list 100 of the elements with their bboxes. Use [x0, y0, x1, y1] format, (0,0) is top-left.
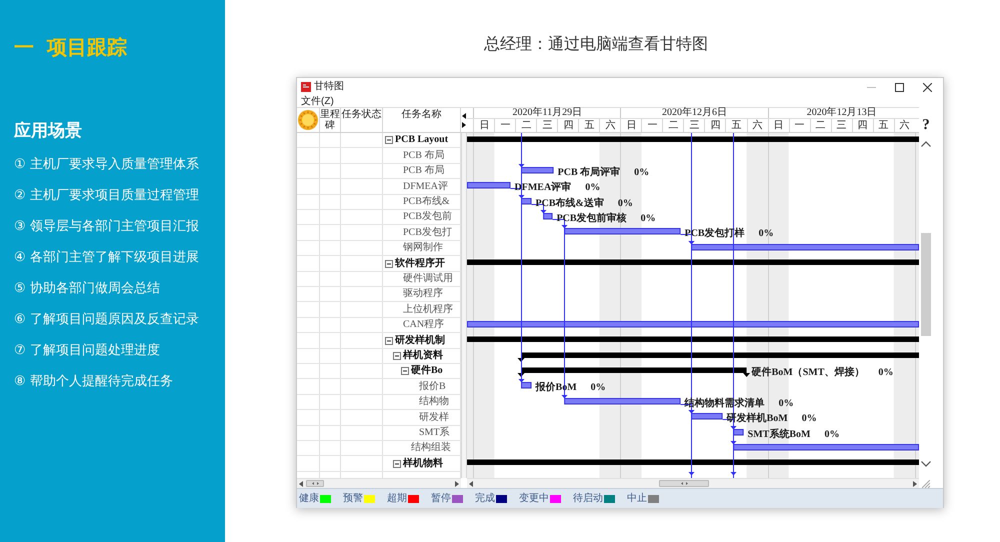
chevron-down-icon[interactable]	[921, 461, 931, 467]
bar-label: 硬件BoM（SMT、焊接）	[752, 367, 864, 379]
scroll-right-icon[interactable]	[913, 480, 917, 486]
day-label: 二	[810, 119, 831, 132]
page-heading: 总经理：通过电脑端查看甘特图	[483, 33, 709, 55]
task-name: PCB发包打	[403, 226, 452, 238]
menu-item[interactable]: 文件(Z)	[301, 96, 334, 107]
collapse-icon[interactable]	[385, 336, 393, 344]
bar-label: PCB发包前审核	[556, 213, 627, 225]
task-name: 上位机程序	[403, 304, 453, 316]
week-label: 2020年12月13日	[768, 108, 915, 118]
scenario-item: ⑤ 协助各部门做周会总结	[14, 280, 161, 298]
task-name: 软件程序开	[395, 258, 445, 270]
progress-text: 0%	[590, 382, 606, 394]
day-label: 三	[683, 119, 704, 132]
task-name: 钢网制作	[403, 242, 443, 254]
progress-text: 0%	[878, 367, 894, 379]
bar-label: PCB 布局评审	[558, 167, 620, 179]
day-label: 四	[852, 119, 873, 132]
day-label: 五	[725, 119, 746, 132]
task-name: 研发样机制	[395, 334, 445, 346]
task-name: 样机物料	[403, 458, 443, 470]
day-label: 日	[768, 119, 789, 132]
scenario-item: ④ 各部门主管了解下级项目进展	[14, 249, 199, 267]
week-label: 2020年12月6日	[620, 108, 768, 118]
close-icon	[922, 82, 932, 92]
task-name: CAN程序	[403, 319, 444, 331]
legend-label: 健康	[299, 492, 319, 504]
scroll-right-icon[interactable]	[455, 480, 459, 486]
day-label: 日	[620, 119, 642, 132]
scenario-item: ② 主机厂要求项目质量过程管理	[14, 187, 199, 205]
task-name: PCB布线&	[403, 196, 450, 208]
right-triangle-icon[interactable]	[462, 122, 466, 128]
scroll-left-icon[interactable]	[299, 480, 303, 486]
left-triangle-icon[interactable]	[462, 112, 466, 118]
progress-text: 0%	[634, 167, 650, 179]
task-name: 报价B	[419, 380, 446, 392]
legend-label: 暂停	[431, 492, 451, 504]
task-bar	[691, 413, 723, 420]
day-label: 日	[473, 119, 494, 132]
scroll-thumb[interactable]	[659, 480, 709, 487]
task-name: 样机资料	[403, 350, 443, 362]
task-name: 研发样	[419, 412, 449, 424]
day-label: 四	[704, 119, 726, 132]
app-icon	[301, 82, 311, 92]
legend-label: 预警	[343, 492, 363, 504]
task-name: PCB发包前	[403, 211, 452, 223]
task-name: PCB 布局	[403, 165, 444, 177]
progress-text: 0%	[778, 398, 794, 410]
scenario-item: ① 主机厂要求导入质量管理体系	[14, 156, 199, 174]
scroll-thumb[interactable]	[921, 233, 931, 336]
progress-text: 0%	[640, 213, 656, 225]
day-label: 一	[788, 119, 810, 132]
legend-label: 完成	[475, 492, 495, 504]
legend-label: 中止	[627, 492, 647, 504]
day-label: 二	[662, 119, 684, 132]
task-name: SMT系	[419, 427, 450, 439]
task-name: 驱动程序	[403, 288, 443, 300]
bar-label: PCB布线&送审	[536, 198, 604, 210]
scenario-item: ⑥ 了解项目问题原因及反查记录	[14, 311, 199, 329]
legend-label: 超期	[387, 492, 407, 504]
scenario-item: ⑦ 了解项目问题处理进度	[14, 342, 161, 360]
bar-label: SMT系统BoM	[748, 429, 810, 441]
day-label: 三	[536, 119, 558, 132]
task-name: PCB Layout	[395, 134, 448, 146]
scroll-thumb[interactable]	[306, 480, 324, 487]
task-name: PCB 布局	[403, 150, 444, 162]
collapse-icon[interactable]	[385, 260, 393, 268]
column-header: 任务名称	[383, 108, 461, 132]
day-label: 五	[578, 119, 600, 132]
task-bar	[521, 167, 554, 174]
double-arrow-icon	[312, 482, 318, 485]
task-name: 结构物	[419, 396, 449, 408]
maximize-icon	[894, 82, 904, 92]
collapse-icon[interactable]	[393, 460, 401, 468]
task-bar	[733, 429, 744, 436]
progress-text: 0%	[824, 429, 840, 441]
task-name: 结构组装	[411, 442, 451, 454]
chevron-up-icon[interactable]	[921, 141, 931, 147]
resize-grip-icon[interactable]	[922, 480, 930, 488]
week-label: 2020年11月29日	[473, 108, 620, 118]
section-heading: 一 项目跟踪	[14, 35, 127, 59]
day-label: 三	[830, 119, 852, 132]
subheading: 应用场景	[14, 120, 82, 142]
day-label: 五	[872, 119, 894, 132]
help-button[interactable]: ?	[922, 117, 930, 133]
double-arrow-icon	[680, 482, 688, 485]
scenario-item: ⑧ 帮助个人提醒待完成任务	[14, 373, 174, 391]
collapse-icon[interactable]	[385, 136, 393, 144]
task-bar	[467, 182, 511, 188]
scroll-left-icon[interactable]	[469, 480, 473, 486]
collapse-icon[interactable]	[393, 352, 401, 360]
day-label: 一	[494, 119, 516, 132]
progress-text: 0%	[802, 413, 817, 425]
task-name: 硬件Bo	[411, 365, 443, 377]
sun-icon	[298, 110, 318, 130]
collapse-icon[interactable]	[401, 367, 409, 375]
task-bar	[521, 198, 532, 204]
day-label: 二	[515, 119, 536, 132]
progress-text: 0%	[585, 182, 600, 194]
